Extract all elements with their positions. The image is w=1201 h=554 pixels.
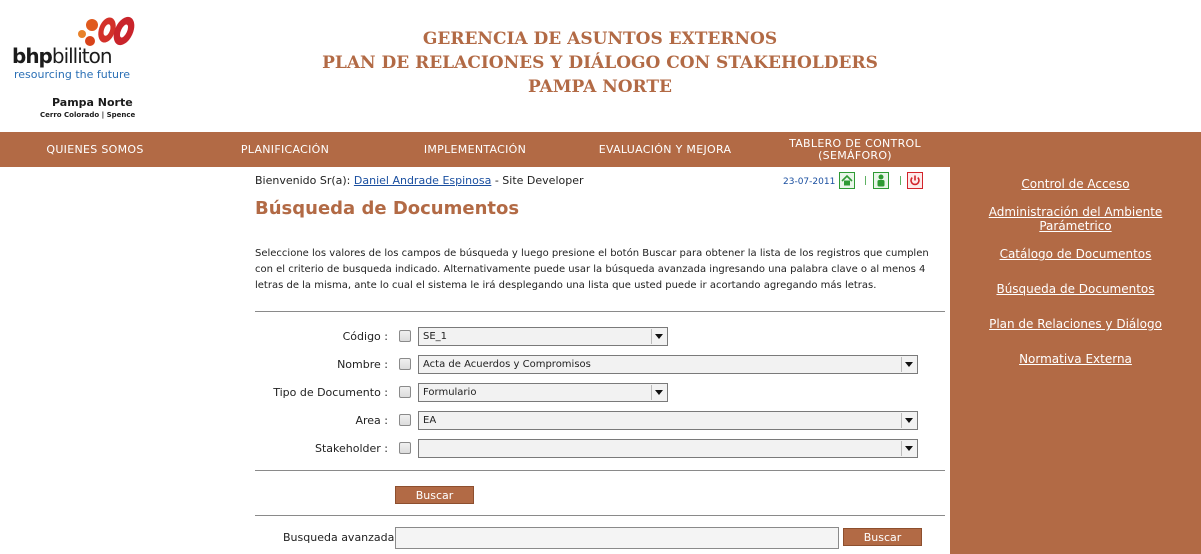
header: bhpbilliton resourcing the future Pampa … — [0, 0, 1201, 132]
user-name-link[interactable]: Daniel Andrade Espinosa — [354, 174, 491, 187]
header-title-2: PLAN DE RELACIONES Y DIÁLOGO CON STAKEHO… — [322, 53, 878, 73]
nav-tablero-line1: TABLERO DE CONTROL — [789, 136, 921, 150]
site-subtitle: Cerro Colorado | Spence — [40, 111, 136, 119]
sidebar-link-administracion-line2: Parámetrico — [1039, 219, 1112, 233]
home-icon[interactable] — [839, 172, 855, 189]
area-select-value: EA — [423, 415, 437, 426]
buscar-button[interactable]: Buscar — [395, 486, 474, 504]
sidebar-link-busqueda[interactable]: Búsqueda de Documentos — [950, 282, 1201, 296]
divider — [255, 470, 945, 471]
area-label: Area : — [355, 414, 388, 427]
nombre-checkbox[interactable] — [399, 358, 411, 370]
nav-tablero-control[interactable]: TABLERO DE CONTROL (SEMÁFORO) — [760, 132, 950, 167]
bhp-billiton-logo: bhpbilliton resourcing the future Pampa … — [12, 14, 142, 124]
nombre-label: Nombre : — [337, 358, 388, 371]
sidebar-link-control-acceso[interactable]: Control de Acceso — [950, 177, 1201, 191]
codigo-select-value: SE_1 — [423, 331, 448, 342]
nombre-select-value: Acta de Acuerdos y Compromisos — [423, 359, 591, 370]
tipo-documento-select-value: Formulario — [423, 387, 477, 398]
page-description: Seleccione los valores de los campos de … — [255, 248, 929, 291]
nav-evaluacion-mejora[interactable]: EVALUACIÓN Y MEJORA — [570, 132, 760, 167]
site-name: Pampa Norte — [52, 96, 133, 109]
right-sidebar: Control de Acceso Administración del Amb… — [950, 167, 1201, 554]
nav-implementacion[interactable]: IMPLEMENTACIÓN — [380, 132, 570, 167]
chevron-down-icon — [901, 357, 916, 372]
chevron-down-icon — [651, 329, 666, 344]
logo-wordmark: bhpbilliton — [12, 44, 113, 68]
page-title: Búsqueda de Documentos — [255, 198, 520, 219]
current-date: 23-07-2011 — [783, 177, 836, 187]
tipo-documento-select[interactable]: Formulario — [418, 383, 668, 402]
header-titles: GERENCIA DE ASUNTOS EXTERNOS PLAN DE REL… — [250, 27, 950, 99]
divider — [255, 515, 945, 516]
chevron-down-icon — [901, 441, 916, 456]
power-icon[interactable] — [907, 172, 923, 189]
busqueda-avanzada-buscar-button[interactable]: Buscar — [843, 528, 922, 546]
busqueda-avanzada-label: Busqueda avanzada — [283, 531, 395, 544]
sidebar-link-administracion[interactable]: Administración del Ambiente Parámetrico — [950, 205, 1201, 233]
chevron-down-icon — [901, 413, 916, 428]
area-checkbox[interactable] — [399, 414, 411, 426]
sidebar-link-administracion-line1: Administración del Ambiente — [988, 205, 1163, 219]
toolbar-separator: | — [864, 176, 868, 186]
header-title-1: GERENCIA DE ASUNTOS EXTERNOS — [422, 29, 778, 49]
logo-tagline: resourcing the future — [14, 68, 131, 81]
codigo-label: Código : — [342, 330, 388, 343]
codigo-select[interactable]: SE_1 — [418, 327, 668, 346]
nombre-select[interactable]: Acta de Acuerdos y Compromisos — [418, 355, 918, 374]
stakeholder-select[interactable] — [418, 439, 918, 458]
stakeholder-label: Stakeholder : — [314, 442, 388, 455]
nav-quienes-somos[interactable]: QUIENES SOMOS — [0, 132, 190, 167]
divider — [255, 311, 945, 312]
tipo-documento-label: Tipo de Documento : — [273, 386, 388, 399]
codigo-checkbox[interactable] — [399, 330, 411, 342]
nav-tablero-line2: (SEMÁFORO) — [818, 148, 892, 162]
chevron-down-icon — [651, 385, 666, 400]
busqueda-avanzada-input[interactable] — [395, 527, 839, 549]
main-nav: QUIENES SOMOS PLANIFICACIÓN IMPLEMENTACI… — [0, 132, 1201, 167]
tipo-documento-checkbox[interactable] — [399, 386, 411, 398]
user-icon[interactable] — [873, 172, 889, 189]
area-select[interactable]: EA — [418, 411, 918, 430]
nav-planificacion[interactable]: PLANIFICACIÓN — [190, 132, 380, 167]
header-title-3: PAMPA NORTE — [528, 77, 672, 97]
sidebar-link-normativa[interactable]: Normativa Externa — [950, 352, 1201, 366]
welcome-line: Bienvenido Sr(a): Daniel Andrade Espinos… — [255, 174, 584, 187]
stakeholder-checkbox[interactable] — [399, 442, 411, 454]
toolbar-separator: | — [899, 176, 903, 186]
sidebar-link-plan-relaciones[interactable]: Plan de Relaciones y Diálogo — [950, 317, 1201, 331]
welcome-greeting: Bienvenido Sr(a): — [255, 174, 351, 187]
sidebar-link-catalogo[interactable]: Catálogo de Documentos — [950, 247, 1201, 261]
user-role: - Site Developer — [494, 174, 584, 187]
